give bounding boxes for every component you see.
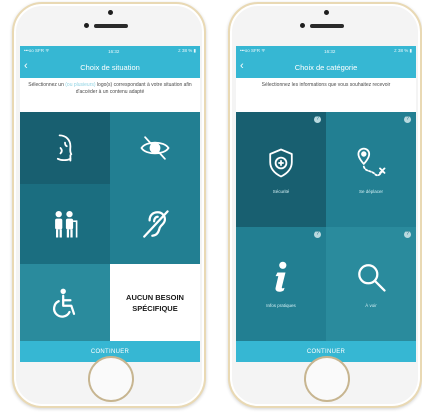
face-profile-icon — [56, 134, 73, 162]
hearing-impaired-icon — [143, 210, 169, 238]
status-bar: •••oo SFR ᯤ 16:32 ≠ 38 % ▮ — [20, 46, 200, 56]
speaker-icon — [94, 24, 128, 28]
intro-text: Sélectionnez un (ou plusieurs) logo(s) c… — [20, 78, 200, 112]
tile-move[interactable]: ? Se déplacer — [326, 112, 416, 227]
page-title: Choix de catégorie — [294, 62, 358, 72]
no-need-line-1: AUCUN BESOIN — [126, 292, 184, 302]
screen-situation: •••oo SFR ᯤ 16:32 ≠ 38 % ▮ ‹ Choix de si… — [20, 46, 200, 362]
app-header: ‹ Choix de situation — [20, 56, 200, 78]
back-chevron-icon[interactable]: ‹ — [24, 60, 28, 72]
situation-grid: AUCUN BESOIN SPÉCIFIQUE — [20, 112, 200, 341]
shield-plus-icon — [269, 148, 293, 178]
help-icon[interactable]: ? — [404, 116, 411, 123]
info-icon — [275, 261, 287, 293]
tile-no-need[interactable]: AUCUN BESOIN SPÉCIFIQUE — [110, 264, 200, 341]
carrier-signal: •••oo SFR ᯤ — [240, 48, 266, 53]
tile-elderly[interactable] — [20, 184, 110, 264]
speaker-icon — [310, 24, 344, 28]
carrier-signal: •••oo SFR ᯤ — [24, 48, 50, 53]
magnifier-icon — [358, 264, 386, 292]
tile-to-see[interactable]: ? À voir — [326, 226, 416, 341]
category-grid: ? Sécurité ? Se déplacer ? Infos pratiqu… — [236, 112, 416, 341]
home-button[interactable] — [304, 356, 350, 402]
intro-part-1: Sélectionnez un — [28, 82, 64, 88]
tile-label: À voir — [365, 303, 377, 309]
phone-left: •••oo SFR ᯤ 16:32 ≠ 38 % ▮ ‹ Choix de si… — [12, 2, 206, 408]
help-icon[interactable]: ? — [314, 116, 321, 123]
help-icon[interactable]: ? — [314, 230, 321, 238]
camera-icon — [108, 10, 113, 15]
no-need-line-2: SPÉCIFIQUE — [132, 303, 178, 313]
phone-right: •••oo SFR ᯤ 16:32 ≠ 38 % ▮ ‹ Choix de ca… — [228, 2, 422, 408]
eye-icon — [140, 136, 170, 160]
status-time: 16:32 — [324, 48, 336, 54]
camera-icon — [324, 10, 329, 15]
back-chevron-icon[interactable]: ‹ — [240, 60, 244, 72]
status-time: 16:32 — [108, 48, 120, 54]
tile-info[interactable]: ? Infos pratiques — [236, 226, 326, 341]
intro-text: Sélectionnez les informations que vous s… — [236, 78, 416, 112]
tile-face[interactable] — [20, 112, 110, 184]
app-header: ‹ Choix de catégorie — [236, 56, 416, 78]
intro-soft: (ou plusieurs) — [65, 82, 96, 88]
home-button[interactable] — [88, 356, 134, 402]
screen-category: •••oo SFR ᯤ 16:32 ≠ 38 % ▮ ‹ Choix de ca… — [236, 46, 416, 362]
tile-hearing[interactable] — [110, 184, 200, 264]
battery-status: ≠ 38 % ▮ — [178, 48, 196, 53]
page-title: Choix de situation — [80, 62, 140, 72]
wheelchair-icon — [52, 288, 76, 318]
tile-label: Sécurité — [272, 188, 290, 194]
tile-label: Infos pratiques — [266, 303, 296, 309]
tile-label: Se déplacer — [358, 188, 384, 194]
sensor-icon — [84, 23, 89, 28]
elderly-couple-icon — [55, 210, 78, 238]
tile-vision[interactable] — [110, 112, 200, 184]
tile-security[interactable]: ? Sécurité — [236, 112, 326, 227]
tile-wheelchair[interactable] — [20, 264, 110, 341]
help-icon[interactable]: ? — [404, 230, 411, 238]
battery-status: ≠ 38 % ▮ — [394, 48, 412, 53]
status-bar: •••oo SFR ᯤ 16:32 ≠ 38 % ▮ — [236, 46, 416, 56]
sensor-icon — [300, 23, 305, 28]
route-pin-icon — [357, 147, 386, 176]
